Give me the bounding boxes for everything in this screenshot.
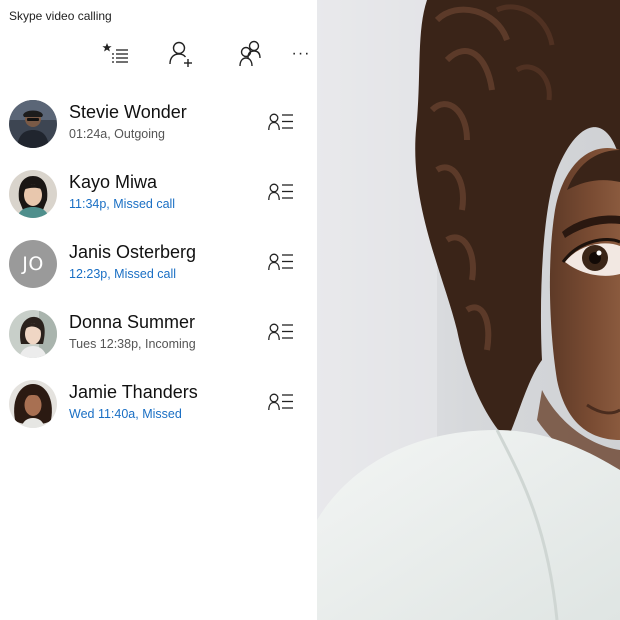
view-profile-button[interactable] <box>266 392 296 416</box>
more-icon: ··· <box>291 45 311 62</box>
contact-row[interactable]: Donna Summer Tues 12:38p, Incoming <box>0 300 317 368</box>
add-contact-button[interactable] <box>167 40 197 68</box>
contact-status: 12:23p, Missed call <box>69 267 177 281</box>
contact-name: Janis Osterberg <box>69 242 197 262</box>
avatar <box>9 380 57 428</box>
view-profile-button[interactable] <box>266 322 296 346</box>
avatar: JO <box>9 240 57 288</box>
contact-name: Jamie Thanders <box>69 382 198 402</box>
contact-name: Donna Summer <box>69 312 196 332</box>
star-list-icon <box>102 42 130 66</box>
avatar-initials: JO <box>22 253 44 275</box>
view-profile-button[interactable] <box>266 182 296 206</box>
contact-name: Kayo Miwa <box>69 172 158 192</box>
avatar <box>9 100 57 148</box>
contacts-pane: Skype video calling ··· Stevie Wonder 01… <box>0 0 317 620</box>
contact-status: 11:34p, Missed call <box>69 197 176 211</box>
contact-row[interactable]: Jamie Thanders Wed 11:40a, Missed <box>0 370 317 438</box>
add-person-icon <box>168 40 196 68</box>
contact-row[interactable]: Kayo Miwa 11:34p, Missed call <box>0 160 317 228</box>
app-title: Skype video calling <box>9 9 112 23</box>
video-preview <box>317 0 620 620</box>
group-button[interactable] <box>236 40 266 68</box>
contact-card-icon <box>268 323 294 346</box>
contact-status: Wed 11:40a, Missed <box>69 407 182 421</box>
avatar <box>9 310 57 358</box>
contact-card-icon <box>268 393 294 416</box>
view-profile-button[interactable] <box>266 112 296 136</box>
contact-status: 01:24a, Outgoing <box>69 127 165 141</box>
contact-card-icon <box>268 113 294 136</box>
view-profile-button[interactable] <box>266 252 296 276</box>
avatar <box>9 170 57 218</box>
favorites-list-button[interactable] <box>101 40 131 68</box>
more-button[interactable]: ··· <box>286 40 316 68</box>
people-icon <box>237 40 265 68</box>
contact-name: Stevie Wonder <box>69 102 187 122</box>
contact-card-icon <box>268 183 294 206</box>
contact-row[interactable]: Stevie Wonder 01:24a, Outgoing <box>0 90 317 158</box>
contact-row[interactable]: JO Janis Osterberg 12:23p, Missed call <box>0 230 317 298</box>
contact-status: Tues 12:38p, Incoming <box>69 337 196 351</box>
contact-card-icon <box>268 253 294 276</box>
video-feed-image <box>317 0 620 620</box>
